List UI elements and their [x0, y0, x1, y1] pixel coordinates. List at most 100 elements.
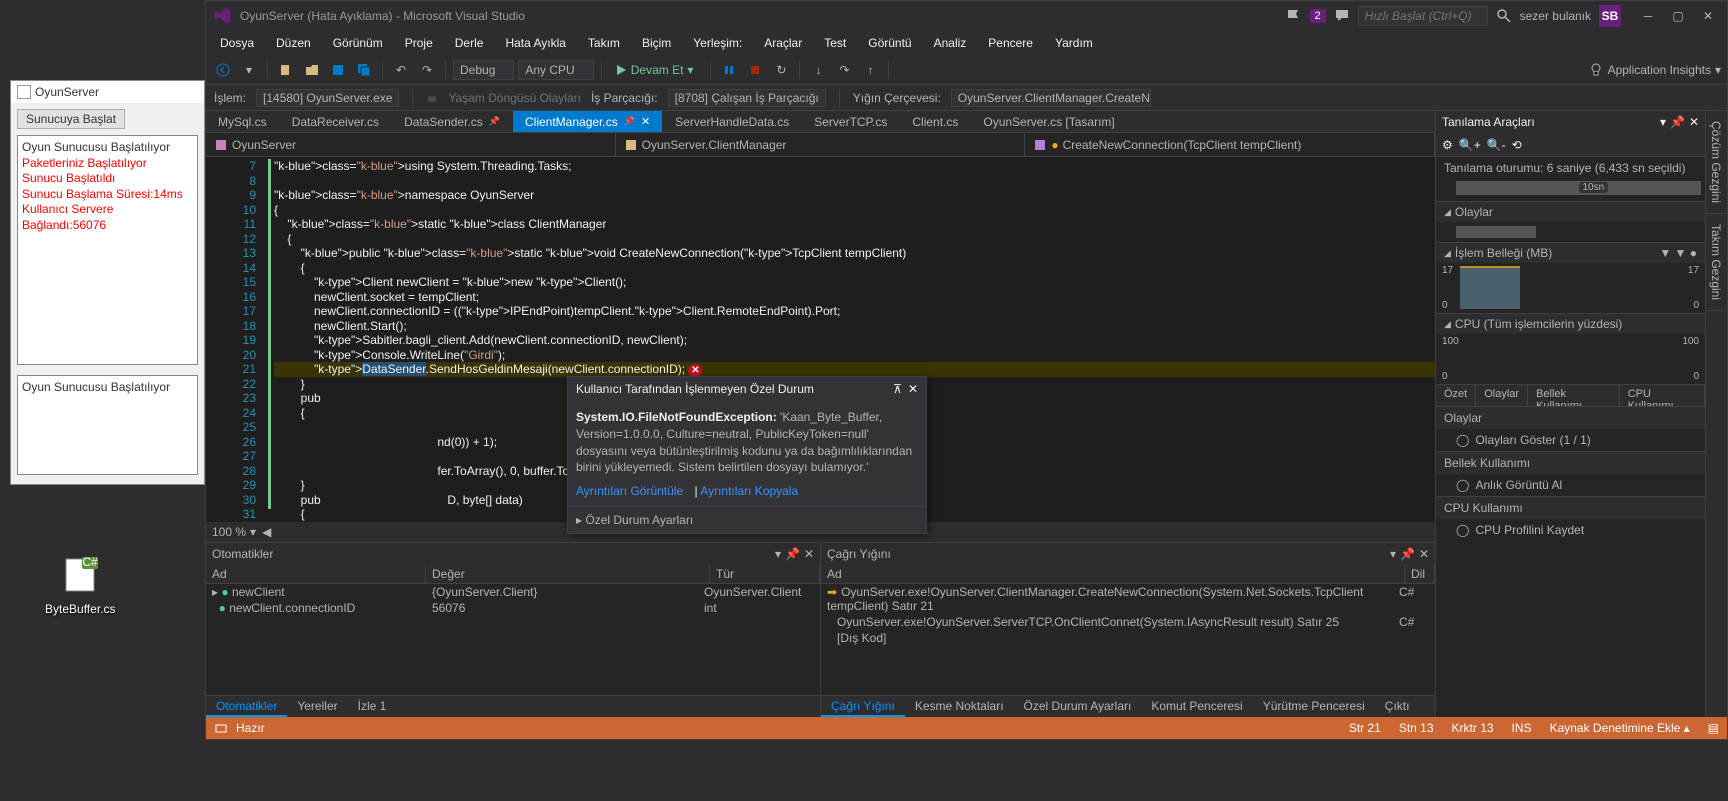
search-icon[interactable] — [1496, 8, 1512, 24]
menu-araçlar[interactable]: Araçlar — [754, 33, 812, 53]
doc-tab[interactable]: OyunServer.cs [Tasarım] — [971, 111, 1127, 132]
autos-row[interactable]: ▸ ● newClient{OyunServer.Client}OyunServ… — [206, 584, 820, 600]
panel-tab[interactable]: Özel Durum Ayarları — [1014, 696, 1142, 717]
app-insights-label[interactable]: Application Insights — [1608, 63, 1711, 77]
line-gutter[interactable]: 7891011121314151617181920➡21222324252627… — [206, 157, 266, 522]
doc-tab[interactable]: ServerHandleData.cs — [663, 111, 802, 132]
diag-tab[interactable]: Özet — [1436, 385, 1476, 406]
copy-details-link[interactable]: Ayrıntıları Kopyala — [700, 484, 798, 498]
panel-tab[interactable]: Otomatikler — [206, 696, 287, 717]
diag-cpu-section[interactable]: ◢CPU (Tüm işlemcilerin yüzdesi) — [1436, 313, 1705, 334]
doc-tab[interactable]: Client.cs — [900, 111, 971, 132]
diag-tab[interactable]: CPU Kullanımı — [1620, 385, 1705, 406]
menu-hata ayıkla[interactable]: Hata Ayıkla — [495, 33, 575, 53]
doc-tab[interactable]: DataSender.cs 📌 — [392, 111, 513, 132]
pin-icon[interactable]: ⊼ — [893, 382, 902, 396]
process-dropdown[interactable]: [14580] OyunServer.exe — [256, 89, 399, 107]
menu-görüntü[interactable]: Görüntü — [858, 33, 921, 53]
step-into-button[interactable]: ↓ — [807, 59, 829, 81]
diag-item[interactable]: ◯ Anlık Görüntü Al — [1436, 474, 1705, 496]
callstack-row[interactable]: [Dış Kod] — [821, 630, 1435, 646]
panel-tab[interactable]: Komut Penceresi — [1141, 696, 1252, 717]
diag-timeline[interactable]: 10sn — [1436, 179, 1705, 201]
nav-back-button[interactable] — [212, 59, 234, 81]
solution-explorer-tab[interactable]: Çözüm Gezgini — [1706, 111, 1726, 214]
save-button[interactable] — [327, 59, 349, 81]
close-button[interactable]: ✕ — [1695, 6, 1721, 26]
panel-tab[interactable]: Çağrı Yığını — [821, 696, 905, 717]
menu-analiz[interactable]: Analiz — [924, 33, 977, 53]
menu-pencere[interactable]: Pencere — [978, 33, 1043, 53]
pin-icon[interactable]: 📌 — [785, 547, 800, 561]
panel-tab[interactable]: Yereller — [287, 696, 347, 717]
dropdown-icon[interactable]: ▾ — [1660, 115, 1666, 129]
exception-settings-link[interactable]: ▸ Özel Durum Ayarları — [568, 506, 926, 533]
pin-icon[interactable]: 📌 — [1670, 115, 1685, 129]
doc-tab[interactable]: ClientManager.cs 📌 ✕ — [513, 111, 663, 132]
panel-tab[interactable]: Yürütme Penceresi — [1253, 696, 1375, 717]
nav-project[interactable]: OyunServer — [206, 133, 616, 156]
menu-yerleşim:[interactable]: Yerleşim: — [683, 33, 752, 53]
menu-takım[interactable]: Takım — [578, 33, 630, 53]
menu-görünüm[interactable]: Görünüm — [323, 33, 393, 53]
col-name[interactable]: Ad — [821, 565, 1405, 583]
callstack-row[interactable]: OyunServer.exe!OyunServer.ServerTCP.OnCl… — [821, 614, 1435, 630]
menu-dosya[interactable]: Dosya — [210, 33, 264, 53]
pin-icon[interactable]: 📌 — [1400, 547, 1415, 561]
doc-tab[interactable]: DataReceiver.cs — [280, 111, 392, 132]
diag-group-header[interactable]: Olaylar — [1436, 406, 1705, 429]
panel-tab[interactable]: Kesme Noktaları — [905, 696, 1014, 717]
thread-dropdown[interactable]: [8708] Çalışan İş Parçacığı — [668, 89, 826, 107]
col-value[interactable]: Değer — [426, 565, 710, 583]
zoom-level[interactable]: 100 % — [212, 525, 246, 539]
redo-button[interactable]: ↷ — [416, 59, 438, 81]
panel-tab[interactable]: Çıktı — [1375, 696, 1420, 717]
close-icon[interactable]: ✕ — [908, 382, 918, 396]
col-lang[interactable]: Dil — [1405, 565, 1435, 583]
close-icon[interactable]: ✕ — [1419, 547, 1429, 561]
undo-button[interactable]: ↶ — [390, 59, 412, 81]
col-name[interactable]: Ad — [206, 565, 426, 583]
menu-yardım[interactable]: Yardım — [1045, 33, 1103, 53]
notification-icon[interactable]: ▤ — [1708, 721, 1719, 735]
nav-method[interactable]: ●CreateNewConnection(TcpClient tempClien… — [1025, 133, 1435, 156]
nav-fwd-button[interactable]: ▾ — [238, 59, 260, 81]
continue-button[interactable]: Devam Et ▾ — [609, 61, 704, 79]
diag-tab[interactable]: Olaylar — [1476, 385, 1528, 406]
user-name[interactable]: sezer bulanık — [1520, 9, 1591, 23]
zoom-out-icon[interactable]: 🔍- — [1487, 138, 1506, 152]
panel-tab[interactable]: İzle 1 — [348, 696, 397, 717]
platform-dropdown[interactable]: Any CPU — [518, 60, 593, 80]
col-type[interactable]: Tür — [710, 565, 820, 583]
restart-button[interactable]: ↻ — [770, 59, 792, 81]
user-avatar[interactable]: SB — [1599, 5, 1621, 27]
start-server-button[interactable]: Sunucuya Başlat — [17, 109, 125, 129]
diag-group-header[interactable]: Bellek Kullanımı — [1436, 451, 1705, 474]
zoom-in-icon[interactable]: 🔍+ — [1459, 138, 1481, 152]
config-dropdown[interactable]: Debug — [453, 60, 514, 80]
new-button[interactable] — [275, 59, 297, 81]
view-details-link[interactable]: Ayrıntıları Görüntüle — [576, 484, 683, 498]
dropdown-icon[interactable]: ▾ — [1390, 547, 1396, 561]
close-icon[interactable]: ✕ — [804, 547, 814, 561]
menu-düzen[interactable]: Düzen — [266, 33, 321, 53]
reset-icon[interactable]: ⟲ — [1512, 138, 1522, 152]
diag-tab[interactable]: Bellek Kullanımı — [1528, 385, 1620, 406]
source-control-link[interactable]: Kaynak Denetimine Ekle ▴ — [1550, 721, 1690, 735]
oyun-title-bar[interactable]: OyunServer — [11, 81, 204, 103]
menu-proje[interactable]: Proje — [395, 33, 443, 53]
diag-events-section[interactable]: ◢Olaylar — [1436, 201, 1705, 222]
menu-biçim[interactable]: Biçim — [632, 33, 681, 53]
dropdown-icon[interactable]: ▾ — [775, 547, 781, 561]
step-over-button[interactable]: ↷ — [833, 59, 855, 81]
gear-icon[interactable]: ⚙ — [1442, 138, 1453, 152]
diag-memory-section[interactable]: ◢İşlem Belleği (MB)▼ ▼ ● — [1436, 242, 1705, 263]
save-all-button[interactable] — [353, 59, 375, 81]
stop-button[interactable] — [744, 59, 766, 81]
flag-icon[interactable] — [1286, 8, 1302, 24]
autos-row[interactable]: ● newClient.connectionID56076int — [206, 600, 820, 616]
doc-tab[interactable]: MySql.cs — [206, 111, 280, 132]
notification-badge[interactable]: 2 — [1310, 9, 1326, 23]
nav-class[interactable]: OyunServer.ClientManager — [616, 133, 1026, 156]
menu-derle[interactable]: Derle — [445, 33, 494, 53]
